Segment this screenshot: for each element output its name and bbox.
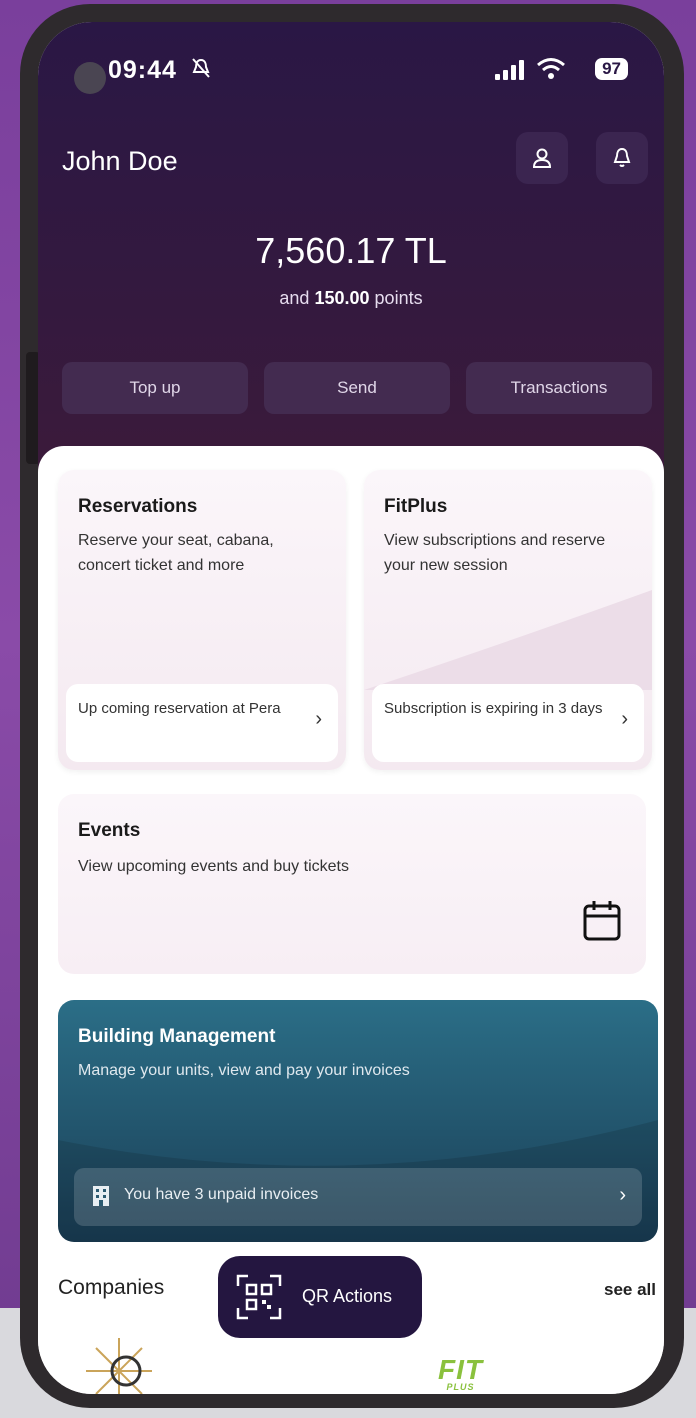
wallet-header: 09:44 97 John Doe 7,560.17 TL and 150.00…: [38, 22, 664, 492]
top-up-button[interactable]: Top up: [62, 362, 248, 414]
signal-icon: [495, 58, 524, 80]
battery-indicator: 97: [595, 58, 628, 80]
profile-button[interactable]: [516, 132, 568, 184]
reservations-card[interactable]: Reservations Reserve your seat, cabana, …: [58, 470, 346, 770]
points-line: and 150.00 points: [38, 288, 664, 309]
chevron-right-icon: ›: [619, 1184, 626, 1206]
chevron-right-icon: ›: [315, 708, 322, 730]
invoices-text: You have 3 unpaid invoices: [124, 1186, 319, 1203]
footer-text: Up coming reservation at Pera: [78, 700, 281, 717]
fitplus-logo[interactable]: FIT PLUS: [438, 1354, 483, 1392]
qr-actions-label: QR Actions: [302, 1286, 393, 1306]
card-description: View upcoming events and buy tickets: [78, 858, 349, 875]
bell-slash-icon: [192, 58, 210, 84]
building-management-card[interactable]: Building Management Manage your units, v…: [58, 1000, 658, 1242]
status-bar: 09:44 97: [90, 56, 628, 86]
events-card[interactable]: Events View upcoming events and buy tick…: [58, 794, 646, 974]
companies-title: Companies: [58, 1276, 165, 1299]
card-description: Manage your units, view and pay your inv…: [78, 1062, 410, 1079]
footer-text: Subscription is expiring in 3 days: [384, 700, 603, 717]
wallet-actions: Top up Send Transactions: [62, 362, 652, 414]
card-title: Events: [78, 820, 141, 841]
unpaid-invoices-row[interactable]: You have 3 unpaid invoices ›: [74, 1168, 642, 1226]
card-title: Reservations: [78, 496, 198, 517]
points-prefix: and: [279, 288, 310, 308]
chevron-right-icon: ›: [621, 708, 628, 730]
balance-amount: 7,560.17 TL: [255, 230, 447, 271]
card-title: FitPlus: [384, 496, 448, 517]
status-time: 09:44: [108, 56, 177, 84]
reservation-footer[interactable]: Up coming reservation at Pera ›: [66, 684, 338, 762]
user-icon: [532, 148, 552, 168]
fitplus-logo-text: FIT: [438, 1354, 483, 1385]
card-title: Building Management: [78, 1026, 276, 1047]
sun-logo-icon: [86, 1338, 152, 1394]
qr-code-icon: [236, 1274, 282, 1325]
card-description: Reserve your seat, cabana, concert ticke…: [78, 532, 274, 574]
transactions-button[interactable]: Transactions: [466, 362, 652, 414]
points-value: 150.00: [314, 288, 370, 308]
calendar-icon: [582, 899, 622, 948]
user-name: John Doe: [62, 146, 178, 176]
card-wave-decoration: [364, 590, 652, 690]
phone-screen: 09:44 97 John Doe 7,560.17 TL and 150.00…: [38, 22, 664, 1394]
company-logo-sun[interactable]: [84, 1336, 154, 1394]
send-button[interactable]: Send: [264, 362, 450, 414]
bell-icon: [613, 147, 631, 167]
wifi-icon: [536, 56, 566, 85]
qr-actions-button[interactable]: QR Actions: [218, 1256, 422, 1338]
fitplus-card[interactable]: FitPlus View subscriptions and reserve y…: [364, 470, 652, 770]
notifications-button[interactable]: [596, 132, 648, 184]
see-all-link[interactable]: see all: [604, 1280, 656, 1300]
main-content: Reservations Reserve your seat, cabana, …: [38, 446, 664, 1394]
card-description: View subscriptions and reserve your new …: [384, 532, 606, 574]
points-suffix: points: [374, 288, 423, 308]
building-icon: [92, 1185, 110, 1212]
subscription-footer[interactable]: Subscription is expiring in 3 days ›: [372, 684, 644, 762]
